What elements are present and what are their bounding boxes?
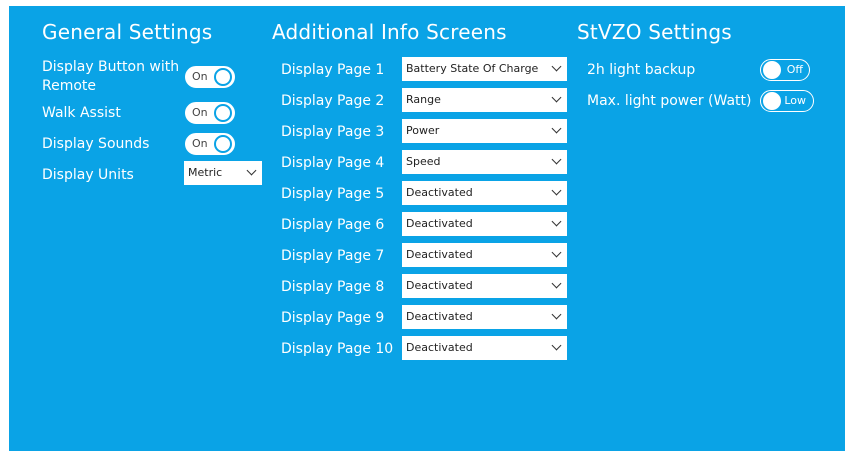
display-page-label: Display Page 10 bbox=[281, 341, 394, 357]
dropdown-value: Speed bbox=[406, 155, 441, 168]
light-backup-toggle[interactable]: Off bbox=[760, 59, 810, 81]
display-page-label: Display Page 1 bbox=[281, 62, 385, 78]
chevron-down-icon bbox=[551, 247, 562, 258]
toggle-knob bbox=[214, 135, 232, 153]
toggle-state: Off bbox=[786, 63, 803, 76]
chevron-down-icon bbox=[246, 165, 257, 176]
toggle-knob bbox=[214, 68, 232, 86]
toggle-knob bbox=[214, 104, 232, 122]
toggle-knob bbox=[763, 61, 781, 79]
display-button-label: Display Button with Remote bbox=[42, 59, 180, 94]
chevron-down-icon bbox=[551, 61, 562, 72]
max-light-power-label: Max. light power (Watt) bbox=[587, 93, 752, 109]
dropdown-value: Deactivated bbox=[406, 279, 473, 292]
display-page-dropdown[interactable]: Deactivated bbox=[402, 243, 567, 267]
display-page-dropdown[interactable]: Speed bbox=[402, 150, 567, 174]
stvzo-settings-title: StVZO Settings bbox=[577, 20, 732, 44]
chevron-down-icon bbox=[551, 185, 562, 196]
display-units-dropdown[interactable]: Metric bbox=[184, 161, 262, 185]
display-page-dropdown[interactable]: Deactivated bbox=[402, 305, 567, 329]
display-page-dropdown[interactable]: Deactivated bbox=[402, 212, 567, 236]
dropdown-value: Deactivated bbox=[406, 186, 473, 199]
toggle-knob bbox=[763, 92, 781, 110]
light-backup-label: 2h light backup bbox=[587, 62, 696, 78]
display-page-dropdown[interactable]: Battery State Of Charge bbox=[402, 57, 567, 81]
display-page-dropdown[interactable]: Range bbox=[402, 88, 567, 112]
display-page-dropdown[interactable]: Power bbox=[402, 119, 567, 143]
display-page-dropdown[interactable]: Deactivated bbox=[402, 181, 567, 205]
dropdown-value: Deactivated bbox=[406, 248, 473, 261]
max-light-power-toggle[interactable]: Low bbox=[760, 90, 814, 112]
toggle-state: On bbox=[192, 106, 208, 119]
display-page-dropdown[interactable]: Deactivated bbox=[402, 336, 567, 360]
settings-panel: General Settings Display Button with Rem… bbox=[9, 6, 845, 451]
display-page-label: Display Page 9 bbox=[281, 310, 385, 326]
display-sounds-label: Display Sounds bbox=[42, 136, 150, 152]
info-screens-title: Additional Info Screens bbox=[272, 20, 507, 44]
general-settings-title: General Settings bbox=[42, 20, 213, 44]
display-units-label: Display Units bbox=[42, 167, 134, 183]
display-button-toggle[interactable]: On bbox=[185, 66, 235, 88]
dropdown-value: Battery State Of Charge bbox=[406, 62, 539, 75]
chevron-down-icon bbox=[551, 340, 562, 351]
dropdown-value: Metric bbox=[188, 166, 223, 179]
display-sounds-toggle[interactable]: On bbox=[185, 133, 235, 155]
chevron-down-icon bbox=[551, 309, 562, 320]
toggle-state: Low bbox=[784, 94, 806, 107]
display-page-label: Display Page 4 bbox=[281, 155, 385, 171]
display-page-label: Display Page 8 bbox=[281, 279, 385, 295]
dropdown-value: Deactivated bbox=[406, 341, 473, 354]
walk-assist-label: Walk Assist bbox=[42, 105, 121, 121]
toggle-state: On bbox=[192, 70, 208, 83]
dropdown-value: Deactivated bbox=[406, 310, 473, 323]
display-page-label: Display Page 3 bbox=[281, 124, 385, 140]
walk-assist-toggle[interactable]: On bbox=[185, 102, 235, 124]
dropdown-value: Power bbox=[406, 124, 440, 137]
chevron-down-icon bbox=[551, 154, 562, 165]
display-page-dropdown[interactable]: Deactivated bbox=[402, 274, 567, 298]
dropdown-value: Range bbox=[406, 93, 441, 106]
display-page-label: Display Page 2 bbox=[281, 93, 385, 109]
toggle-state: On bbox=[192, 137, 208, 150]
display-page-label: Display Page 7 bbox=[281, 248, 385, 264]
chevron-down-icon bbox=[551, 278, 562, 289]
chevron-down-icon bbox=[551, 216, 562, 227]
chevron-down-icon bbox=[551, 123, 562, 134]
chevron-down-icon bbox=[551, 92, 562, 103]
display-page-label: Display Page 5 bbox=[281, 186, 385, 202]
dropdown-value: Deactivated bbox=[406, 217, 473, 230]
display-page-label: Display Page 6 bbox=[281, 217, 385, 233]
